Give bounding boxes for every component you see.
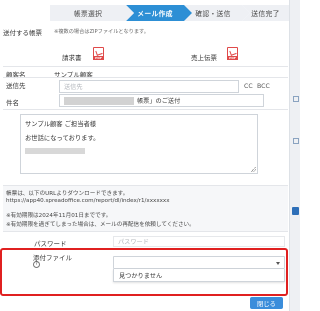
subject-label: 件名	[6, 99, 19, 107]
chevron-down-icon	[276, 262, 280, 265]
step-label: 送信完了	[251, 10, 280, 18]
wizard-steps: 帳票選択 メール作成 確認・送信 送信完了	[0, 0, 300, 24]
gutter-marker-icon	[292, 137, 300, 146]
recipient-input[interactable]: 送信先	[59, 80, 239, 93]
divider	[3, 66, 288, 67]
divider	[3, 109, 288, 110]
resize-handle[interactable]	[251, 167, 256, 172]
attachment-label: 添付ファイル	[33, 254, 72, 262]
step-label: メール作成	[137, 10, 173, 18]
question-icon[interactable]: ?	[33, 261, 40, 268]
gutter-marker-icon	[292, 95, 300, 104]
dropdown-empty-message: 見つかりません	[119, 272, 163, 280]
step-confirm-send: 確認・送信	[184, 5, 250, 21]
doc-label-invoice: 請求書	[62, 54, 82, 62]
attachment-select[interactable]	[113, 256, 285, 269]
step-mail-create: メール作成	[126, 5, 192, 21]
redacted-signature	[25, 148, 85, 154]
info-url: https://app40.spreadoffice.com/report/dl…	[6, 198, 170, 204]
doc-label-sales-slip: 売上伝票	[191, 54, 217, 62]
info-line-3: ※有効期限は2024年11月01日までです。	[6, 213, 112, 219]
mail-body-textarea[interactable]: サンプル顧客 ご担当者様 お世話になっております。	[20, 114, 258, 174]
password-input[interactable]: パスワード	[113, 236, 285, 247]
subject-input[interactable]: 帳票」のご送付	[59, 94, 264, 107]
info-line-4: ※有効期限を過ぎてしまった場合は、メールの再配信を依頼してください。	[6, 222, 195, 228]
password-label: パスワード	[34, 240, 67, 248]
body-line-2: お世話になっております。	[25, 135, 100, 142]
pdf-icon[interactable]: PDF	[227, 47, 238, 61]
close-button[interactable]: 閉じる	[250, 297, 283, 309]
send-forms-note: ※複数の場合はZIPファイルとなります。	[54, 29, 149, 35]
info-line-1: 帳票は、以下のURLよりダウンロードできます。	[6, 191, 129, 197]
attachment-dropdown: 見つかりません	[113, 269, 285, 282]
body-line-1: サンプル顧客 ご担当者様	[25, 121, 97, 128]
gutter-marker-icon	[292, 207, 300, 216]
step-form-select: 帳票選択	[50, 5, 134, 21]
step-label: 確認・送信	[195, 10, 231, 18]
divider	[3, 77, 288, 78]
pdf-icon[interactable]: PDF	[93, 47, 104, 61]
step-label: 帳票選択	[73, 10, 103, 18]
right-gutter	[289, 0, 300, 311]
send-forms-title: 送付する帳票	[3, 29, 42, 37]
bcc-link[interactable]: BCC	[257, 83, 270, 90]
download-info: 帳票は、以下のURLよりダウンロードできます。 https://app40.sp…	[3, 185, 288, 232]
cc-link[interactable]: CC	[244, 83, 253, 90]
recipient-label: 送信先	[6, 82, 26, 90]
